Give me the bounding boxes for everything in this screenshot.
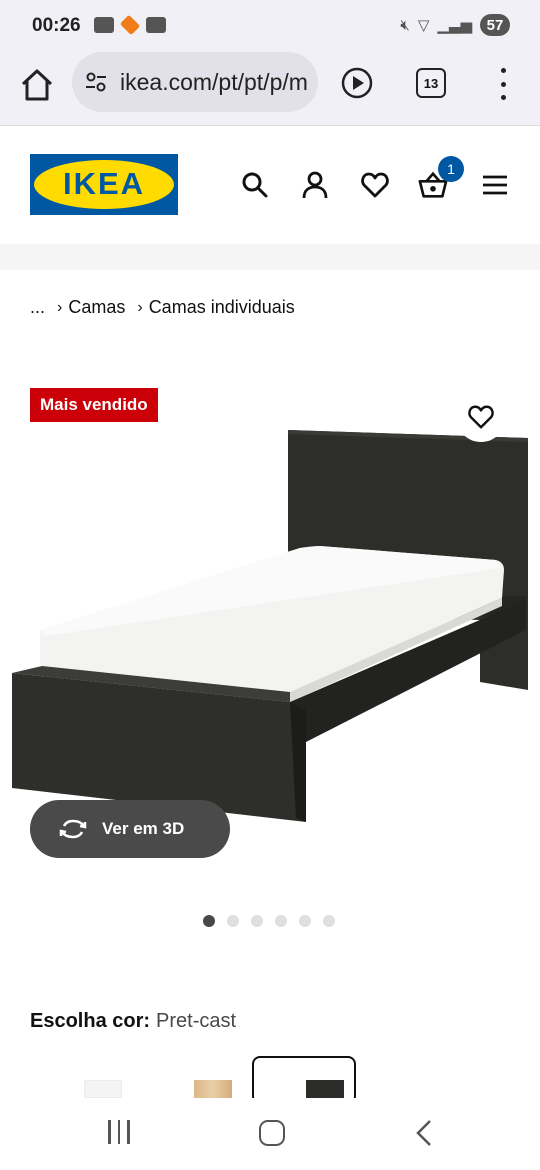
tabs-icon[interactable]: 13	[416, 68, 446, 98]
site-settings-icon[interactable]	[84, 70, 108, 94]
image-carousel-dots	[203, 915, 335, 927]
color-choice: Escolha cor: Pret-cast	[30, 1010, 236, 1033]
status-bar: 00:26 🔇︎ ▽ ▁▃▅ 57	[0, 0, 540, 52]
browser-toolbar: ikea.com/pt/pt/p/m 13	[0, 52, 540, 126]
breadcrumb: ... › Camas › Camas individuais	[30, 297, 295, 318]
color-choice-label: Escolha cor:	[30, 1010, 151, 1032]
view-in-3d-button[interactable]: Ver em 3D	[30, 800, 230, 858]
home-icon[interactable]	[18, 66, 56, 104]
swatch-black-brown[interactable]	[306, 1080, 344, 1098]
breadcrumb-camas-individuais[interactable]: Camas individuais	[149, 297, 295, 318]
home-circle-icon[interactable]	[259, 1120, 285, 1146]
cart-count-badge: 1	[438, 156, 464, 182]
url-text: ikea.com/pt/pt/p/m	[120, 69, 308, 95]
system-nav-bar	[0, 1098, 540, 1170]
status-time: 00:26	[32, 15, 81, 36]
breadcrumb-camas[interactable]: Camas	[68, 297, 125, 318]
promo-strip	[0, 244, 540, 270]
play-icon[interactable]	[340, 66, 374, 100]
ikea-logo[interactable]: IKEA	[30, 154, 178, 215]
color-choice-value: Pret-cast	[156, 1010, 237, 1032]
carousel-dot[interactable]	[251, 915, 263, 927]
chevron-right-icon: ›	[57, 298, 63, 316]
heart-icon	[468, 405, 494, 429]
account-icon[interactable]	[300, 170, 330, 200]
recent-apps-icon[interactable]	[108, 1120, 130, 1144]
add-to-favourites-button[interactable]	[456, 392, 506, 442]
chevron-right-icon: ›	[137, 298, 143, 316]
logo-text: IKEA	[62, 166, 146, 201]
back-icon[interactable]	[412, 1118, 436, 1148]
product-image[interactable]	[0, 420, 540, 840]
wifi-icon: ▽	[417, 17, 430, 34]
mute-icon: 🔇︎	[400, 16, 410, 34]
hamburger-icon[interactable]	[480, 170, 510, 200]
swatch-oak[interactable]	[194, 1080, 232, 1098]
carousel-dot[interactable]	[227, 915, 239, 927]
color-swatches	[0, 1056, 540, 1098]
system-icons: 🔇︎ ▽ ▁▃▅ 57	[400, 14, 510, 36]
search-icon[interactable]	[240, 170, 270, 200]
swatch-white[interactable]	[84, 1080, 122, 1098]
notification-app-icon	[94, 17, 114, 33]
carousel-dot[interactable]	[323, 915, 335, 927]
carousel-dot[interactable]	[275, 915, 287, 927]
carousel-dot[interactable]	[299, 915, 311, 927]
notification-bag-icon	[146, 17, 166, 33]
site-header: IKEA 1	[0, 126, 540, 244]
notification-icons	[94, 14, 166, 36]
heart-icon[interactable]	[360, 170, 390, 200]
carousel-dot[interactable]	[203, 915, 215, 927]
more-icon[interactable]	[494, 68, 512, 100]
breadcrumb-ellipsis[interactable]: ...	[30, 297, 45, 318]
rotate-3d-icon	[59, 819, 87, 839]
view-in-3d-label: Ver em 3D	[102, 819, 185, 838]
address-bar[interactable]: ikea.com/pt/pt/p/m	[72, 52, 318, 112]
signal-icon: ▁▃▅	[437, 17, 472, 34]
bestseller-badge: Mais vendido	[30, 388, 158, 422]
notification-shop-icon	[119, 14, 141, 36]
battery-icon: 57	[480, 14, 510, 36]
